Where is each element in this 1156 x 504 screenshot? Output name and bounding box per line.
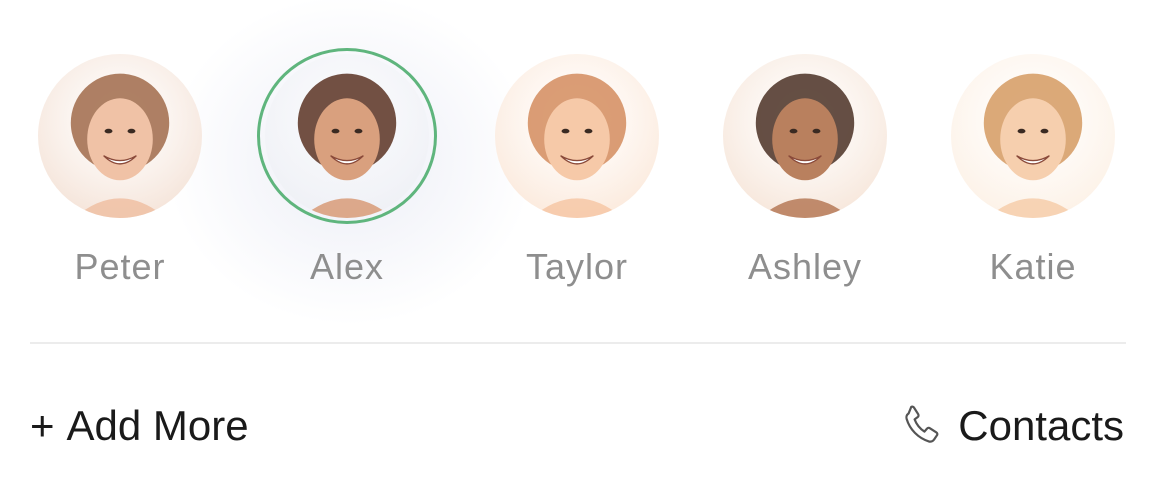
avatar xyxy=(265,54,429,218)
divider xyxy=(30,342,1126,344)
contact-name: Alex xyxy=(309,246,385,287)
add-more-button[interactable]: + Add More xyxy=(30,402,249,450)
contact-name: Ashley xyxy=(747,246,863,287)
contact-ashley[interactable]: Ashley xyxy=(705,48,905,288)
contact-alex[interactable]: Alex xyxy=(247,48,447,288)
avatar xyxy=(38,54,202,218)
avatar-ring xyxy=(30,48,210,224)
footer-bar: + Add More Contacts xyxy=(0,380,1156,480)
add-more-label: Add More xyxy=(66,402,249,449)
contact-taylor[interactable]: Taylor xyxy=(477,48,677,288)
contact-name: Peter xyxy=(74,246,166,287)
avatar-ring xyxy=(943,48,1123,224)
contact-katie[interactable]: Katie xyxy=(933,48,1133,288)
plus-icon: + xyxy=(30,402,55,449)
avatar xyxy=(723,54,887,218)
contacts-carousel: Peter Alex Taylor Ashley Katie xyxy=(0,0,1156,310)
avatar-ring xyxy=(715,48,895,224)
contacts-button[interactable]: Contacts xyxy=(898,402,1124,450)
contacts-label: Contacts xyxy=(958,402,1124,449)
avatar xyxy=(495,54,659,218)
avatar xyxy=(951,54,1115,218)
contact-name: Taylor xyxy=(525,246,629,287)
avatar-ring-selected xyxy=(257,48,437,224)
avatar-ring xyxy=(487,48,667,224)
phone-icon xyxy=(905,405,939,443)
contact-peter[interactable]: Peter xyxy=(20,48,220,288)
contact-name: Katie xyxy=(989,246,1077,287)
